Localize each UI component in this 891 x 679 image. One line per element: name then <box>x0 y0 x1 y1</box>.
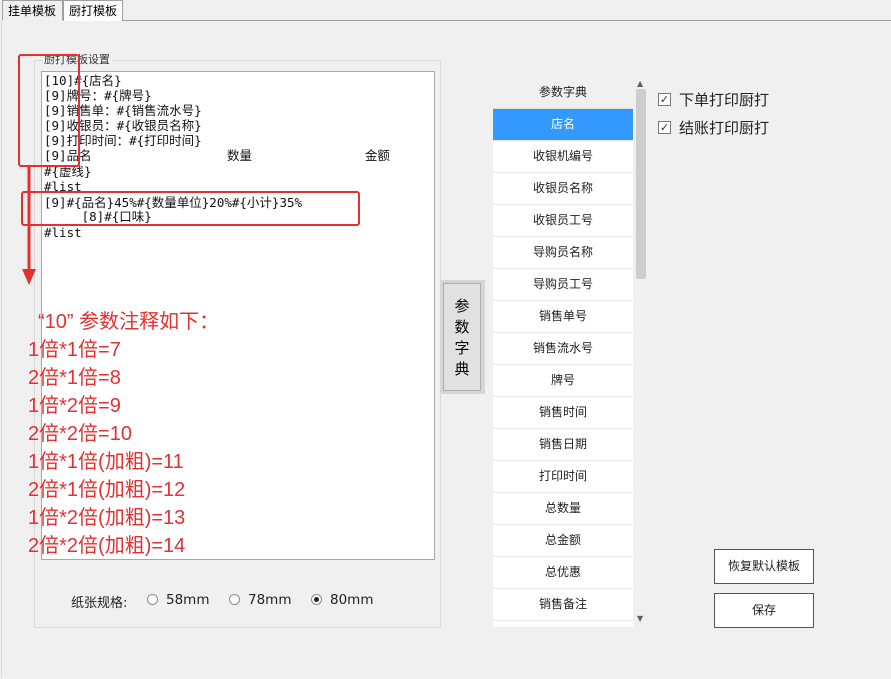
tab-hang-order-template[interactable]: 挂单模板 <box>2 0 63 20</box>
radio-78mm-label[interactable]: 78mm <box>248 592 291 608</box>
annotation-note: 1倍*1倍(加粗)=11 <box>28 451 184 473</box>
annotation-note: 2倍*2倍(加粗)=14 <box>28 535 186 557</box>
annotation-arrow <box>22 167 36 285</box>
list-item[interactable]: 收银机编号 <box>493 141 633 173</box>
list-item[interactable]: 销售日期 <box>493 429 633 461</box>
param-dict-button[interactable]: 参数字典 <box>443 283 481 391</box>
annotation-box-size-param <box>18 54 80 167</box>
list-item[interactable]: 收银员名称 <box>493 173 633 205</box>
radio-58mm[interactable] <box>147 594 158 605</box>
scroll-up-icon[interactable]: ▲ <box>637 79 643 88</box>
list-item[interactable]: 销售时间 <box>493 397 633 429</box>
radio-80mm[interactable] <box>311 594 322 605</box>
list-item[interactable]: 导购员工号 <box>493 269 633 301</box>
list-item[interactable]: 总优惠 <box>493 557 633 589</box>
tab-kitchen-print-template[interactable]: 厨打模板 <box>63 0 123 21</box>
list-item[interactable]: 牌号 <box>493 365 633 397</box>
annotation-note: 1倍*1倍=7 <box>28 339 121 361</box>
scroll-down-icon[interactable]: ▼ <box>637 614 643 623</box>
paper-size-label: 纸张规格: <box>71 596 128 611</box>
list-item[interactable]: 收银员工号 <box>493 205 633 237</box>
annotation-note: 1倍*2倍=9 <box>28 395 121 417</box>
list-item[interactable]: 总金额 <box>493 525 633 557</box>
radio-78mm[interactable] <box>229 594 240 605</box>
checkbox-checkout-kitchen-print[interactable]: ✓ <box>658 121 671 134</box>
radio-58mm-label[interactable]: 58mm <box>166 592 209 608</box>
annotation-note: 2倍*1倍=8 <box>28 367 121 389</box>
list-item[interactable]: 打印时间 <box>493 461 633 493</box>
annotation-note: 2倍*1倍(加粗)=12 <box>28 479 186 501</box>
list-item[interactable]: 总数量 <box>493 493 633 525</box>
list-item[interactable]: 销售流水号 <box>493 333 633 365</box>
param-dict-button-label: 参数字典 <box>454 297 470 378</box>
param-dict-header: 参数字典 <box>493 77 633 109</box>
scroll-thumb[interactable] <box>636 89 646 279</box>
annotation-note: 2倍*2倍=10 <box>28 423 132 445</box>
checkbox-checkout-kitchen-print-label[interactable]: 结账打印厨打 <box>679 117 769 138</box>
param-dict-list[interactable]: 参数字典 店名 收银机编号 收银员名称 收银员工号 导购员名称 导购员工号 销售… <box>493 77 633 627</box>
editor-line: #list <box>44 225 82 240</box>
checkbox-order-kitchen-print[interactable]: ✓ <box>658 93 671 106</box>
list-scrollbar[interactable]: ▲ ▼ <box>634 77 649 627</box>
list-item[interactable]: 销售单号 <box>493 301 633 333</box>
annotation-box-list-line <box>21 191 360 226</box>
list-item[interactable]: 店名 <box>493 109 633 141</box>
list-item[interactable]: 销售备注 <box>493 589 633 621</box>
editor-line: #{虚线} <box>44 164 92 179</box>
annotation-note: “10” 参数注释如下： <box>38 311 220 333</box>
list-item[interactable]: 导购员名称 <box>493 237 633 269</box>
save-button[interactable]: 保存 <box>714 593 814 628</box>
editor-line: [9]品名 数量 金额 <box>44 148 390 163</box>
restore-default-button[interactable]: 恢复默认模板 <box>714 549 814 584</box>
annotation-note: 1倍*2倍(加粗)=13 <box>28 507 186 529</box>
checkbox-order-kitchen-print-label[interactable]: 下单打印厨打 <box>679 89 769 110</box>
radio-80mm-label[interactable]: 80mm <box>330 592 373 608</box>
